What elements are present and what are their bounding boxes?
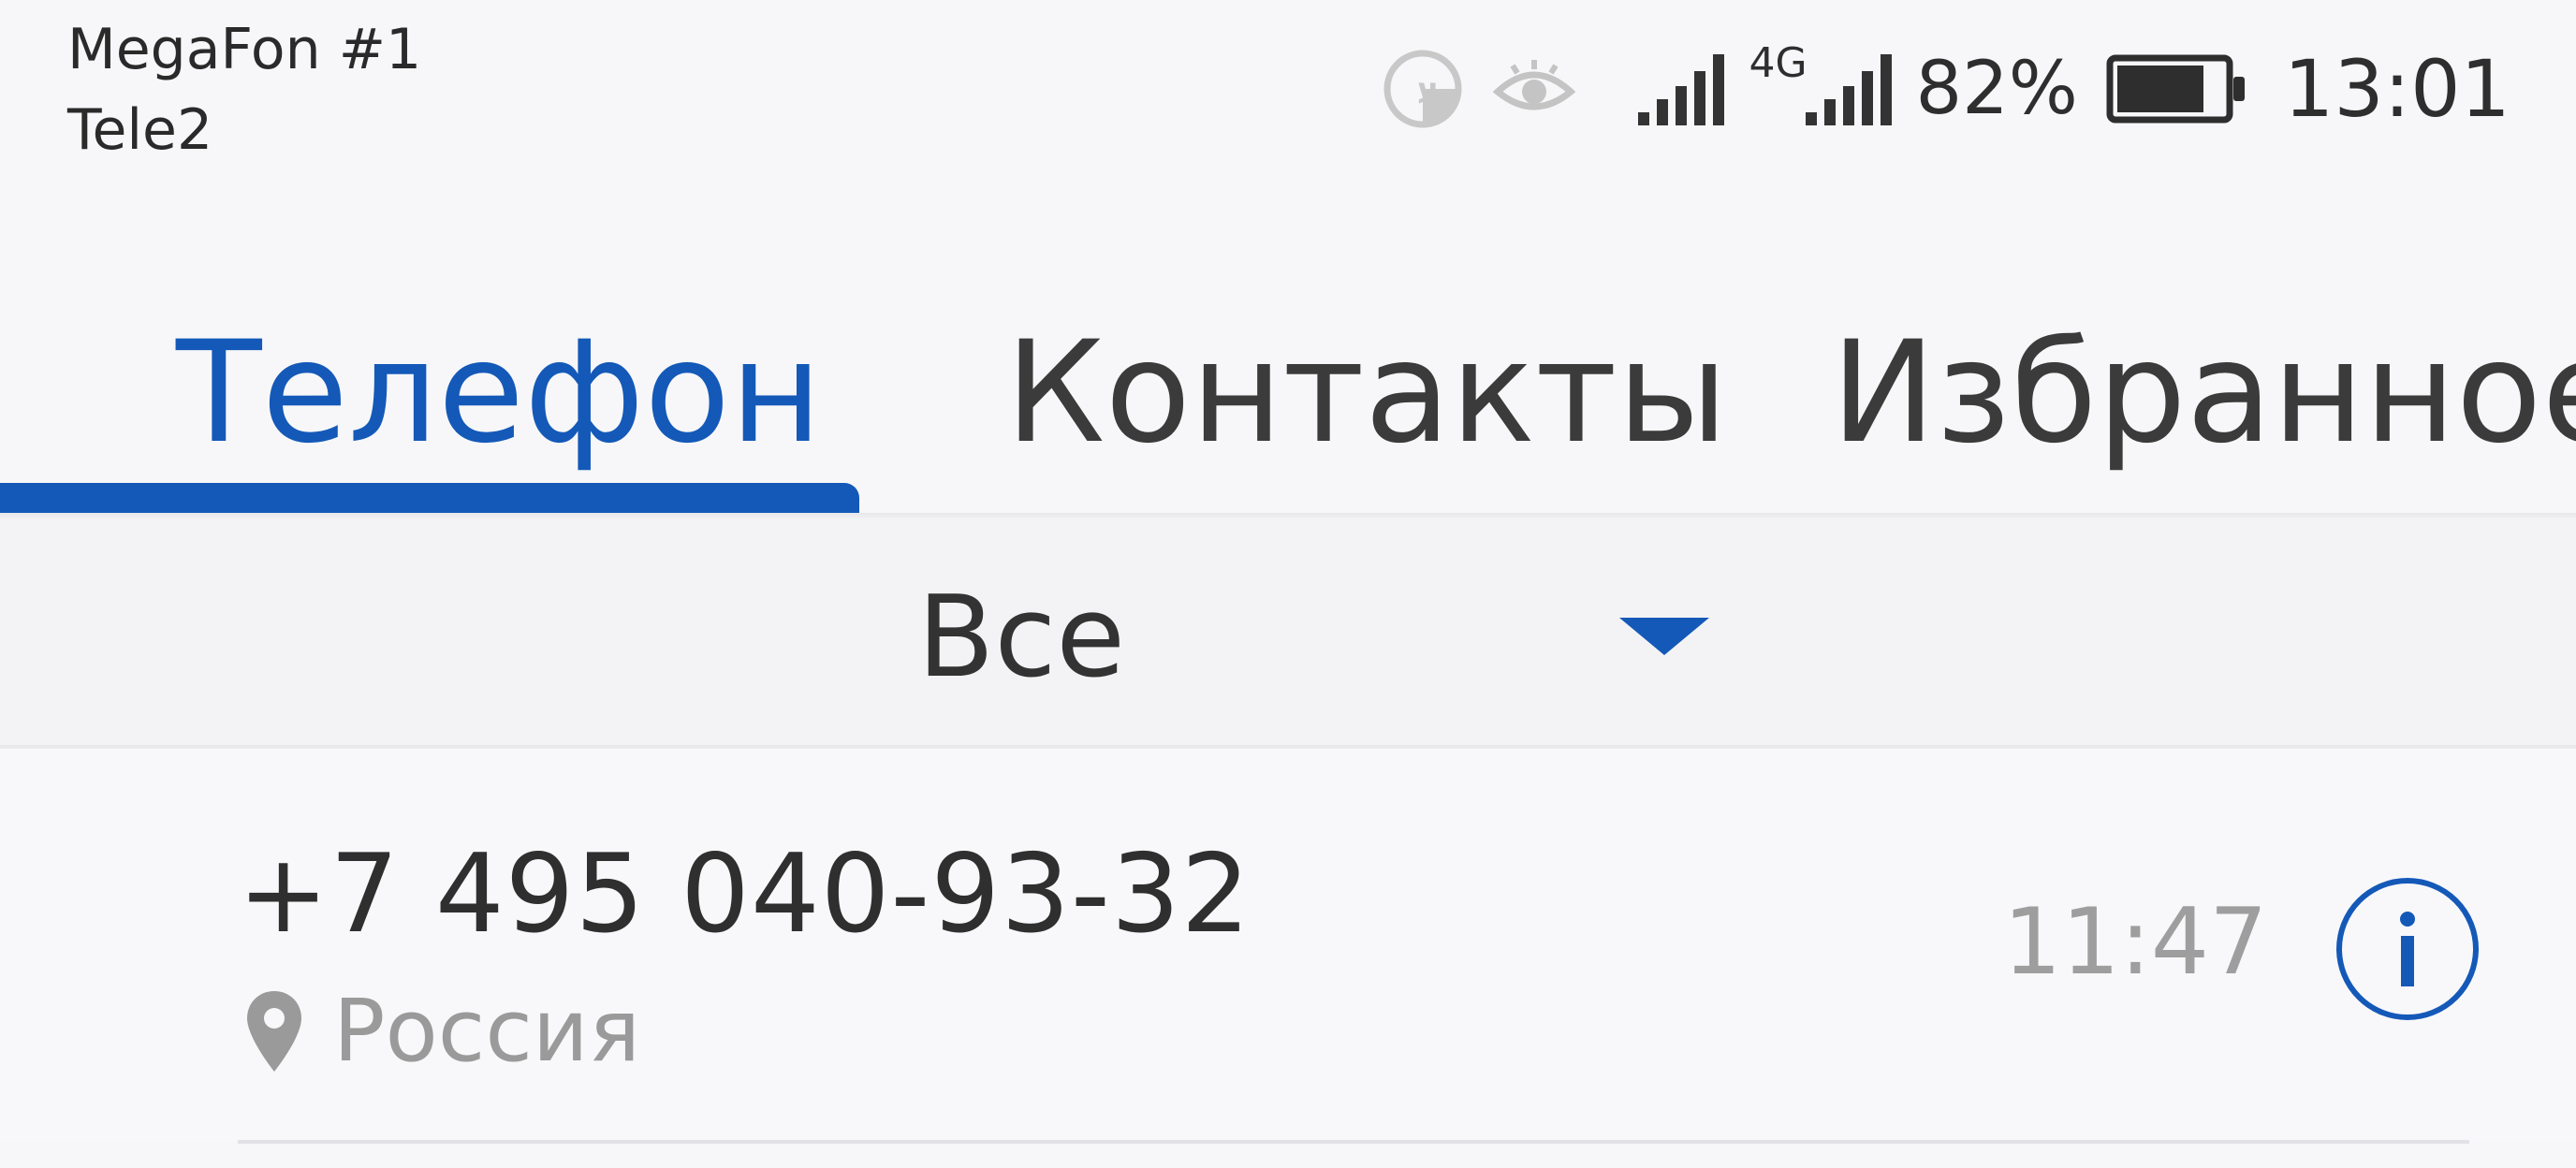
call-number: +7 495 040-93-32 bbox=[238, 831, 1251, 957]
call-location: Россия bbox=[245, 981, 640, 1081]
active-tab-indicator bbox=[0, 483, 859, 515]
location-pin-icon bbox=[245, 989, 303, 1073]
call-filter-dropdown[interactable]: Все bbox=[0, 518, 2576, 745]
signal-bars-sim1-icon bbox=[1636, 51, 1728, 127]
tab-favorites[interactable]: Избранное bbox=[1831, 271, 2576, 515]
tab-phone[interactable]: Телефон bbox=[176, 271, 822, 515]
carrier-sim1-label: MegaFon #1 bbox=[67, 17, 422, 82]
info-icon bbox=[2389, 910, 2426, 988]
call-log-item[interactable]: +7 495 040-93-32 Россия 11:47 bbox=[0, 749, 2576, 1142]
eye-icon bbox=[1492, 56, 1576, 122]
filter-selected-label: Все bbox=[917, 573, 1126, 703]
tab-contacts[interactable]: Контакты bbox=[1005, 271, 1728, 515]
signal-bars-sim2-icon bbox=[1804, 51, 1895, 127]
list-divider bbox=[238, 1140, 2469, 1144]
tab-bar: Телефон Контакты Избранное bbox=[0, 271, 2576, 515]
carrier-sim2-label: Tele2 bbox=[67, 97, 213, 163]
dropdown-triangle-icon bbox=[1617, 616, 1711, 657]
call-info-button[interactable] bbox=[2336, 878, 2479, 1020]
status-icons: ע 4G 82% 13:01 bbox=[1380, 37, 2510, 140]
clock: 13:01 bbox=[2283, 43, 2510, 135]
network-type-label: 4G bbox=[1749, 38, 1808, 87]
battery-percent: 82% bbox=[1915, 47, 2078, 131]
battery-icon bbox=[2106, 54, 2247, 124]
call-location-label: Россия bbox=[333, 981, 641, 1081]
vpn-badge-icon: ע bbox=[1380, 46, 1466, 132]
status-bar: MegaFon #1 Tele2 ע 4G 82% 13:01 bbox=[0, 0, 2576, 187]
call-time: 11:47 bbox=[2003, 889, 2268, 996]
svg-text:ע: ע bbox=[1417, 71, 1439, 109]
